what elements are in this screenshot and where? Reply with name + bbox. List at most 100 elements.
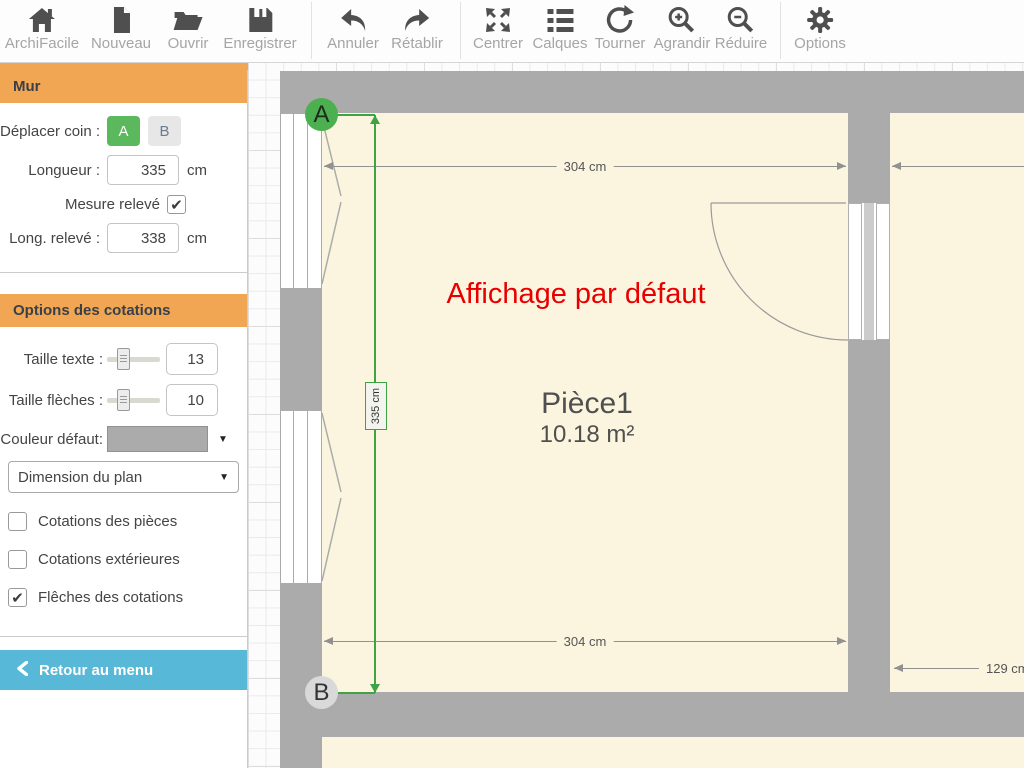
toolbar-item-calques[interactable]: Calques [532,5,587,52]
panel-cotations-title: Options des cotations [0,294,247,327]
toolbar-label: Agrandir [654,36,711,52]
window-pane-line [293,114,294,288]
door[interactable] [848,203,890,340]
longueur-label: Longueur : [0,162,107,179]
toolbar-label: Centrer [473,36,523,52]
toolbar-separator [780,2,781,59]
toolbar-label: Réduire [715,36,768,52]
toolbar-item-agrandir[interactable]: Agrandir [654,5,711,52]
window-pane-line [293,411,294,583]
taille-fleches-label: Taille flèches : [0,392,107,409]
toolbar-item-enregistrer[interactable]: Enregistrer [223,5,296,52]
toolbar-item-nouveau[interactable]: Nouveau [91,5,151,52]
window-pane-line [307,114,308,288]
save-icon [245,5,275,35]
slider-track [107,398,160,403]
row-taille-fleches: Taille flèches : [0,384,247,416]
toolbar: ArchiFacile Nouveau Ouvrir Enregistrer A… [0,0,1024,63]
open-folder-icon [172,5,204,35]
dimension-select[interactable]: Dimension du plan ▼ [8,461,239,493]
long-releve-unit: cm [187,230,207,247]
slider-thumb[interactable] [117,389,130,411]
home-icon [27,5,57,35]
longueur-input[interactable] [107,155,179,185]
toolbar-item-tourner[interactable]: Tourner [595,5,646,52]
taille-fleches-input[interactable] [166,384,218,416]
cotations-pieces-checkbox[interactable] [8,512,27,531]
row-mesure-releve: Mesure relevé ✔ [0,195,247,214]
corner-b-button[interactable]: B [148,116,181,146]
wall-divider[interactable] [848,71,890,737]
row-long-releve: Long. relevé : cm [0,223,247,253]
arrow-down-icon [370,684,380,693]
taille-texte-slider[interactable] [107,346,160,372]
annotation-text: Affichage par défaut [446,278,705,311]
cotations-exterieures-label: Cotations extérieures [38,551,180,568]
window-pane-line [307,411,308,583]
fleches-cotations-checkbox[interactable]: ✔ [8,588,27,607]
chevron-down-icon: ▼ [219,472,229,483]
mesure-releve-checkbox[interactable]: ✔ [167,195,186,214]
panel-cotations: Options des cotations Taille texte : Tai… [0,294,247,637]
toolbar-label: Ouvrir [168,36,209,52]
room-name: Pièce1 [540,387,635,421]
taille-fleches-slider[interactable] [107,387,160,413]
layers-list-icon [545,5,575,35]
corner-marker-a[interactable]: A [305,98,338,131]
corner-a-button[interactable]: A [107,116,140,146]
toolbar-label: Calques [532,36,587,52]
gear-icon [805,5,835,35]
retour-menu-button[interactable]: Retour au menu [0,650,247,690]
window-lower[interactable] [280,411,322,583]
toolbar-label: Enregistrer [223,36,296,52]
dimension-select-value: Dimension du plan [18,469,209,486]
toolbar-item-centrer[interactable]: Centrer [473,5,523,52]
row-fleches-cotations: ✔ Flêches des cotations [8,588,247,607]
dimension-label-bottom: 304 cm [557,633,614,650]
arrow-left-icon [324,637,333,645]
room-area: 10.18 m² [540,421,635,449]
room-label: Pièce1 10.18 m² [540,387,635,449]
zoom-out-icon [726,5,756,35]
sidebar: Mur Déplacer coin : A B Longueur : cm Me… [0,70,248,768]
toolbar-separator [460,2,461,59]
room-bottom[interactable] [322,737,1024,768]
toolbar-label: Rétablir [391,36,443,52]
cotations-exterieures-checkbox[interactable] [8,550,27,569]
fleches-cotations-label: Flêches des cotations [38,589,183,606]
toolbar-separator [311,2,312,59]
wall-bottom[interactable] [280,692,1024,737]
zoom-in-icon [667,5,697,35]
toolbar-label: ArchiFacile [5,36,79,52]
couleur-defaut-label: Couleur défaut: [0,431,107,448]
dimension-label-129: 129 cm [979,660,1024,677]
long-releve-input[interactable] [107,223,179,253]
corner-marker-b[interactable]: B [305,676,338,709]
floorplan-canvas[interactable]: 304 cm 304 cm 129 cm 335 cm A B Affichag… [248,62,1024,768]
room-right[interactable] [890,113,1024,692]
green-dim-label: 335 cm [370,388,382,424]
toolbar-item-ouvrir[interactable]: Ouvrir [168,5,209,52]
green-dim-label-box: 335 cm [365,382,387,430]
toolbar-item-annuler[interactable]: Annuler [327,5,379,52]
slider-thumb[interactable] [117,348,130,370]
chevron-down-icon[interactable]: ▼ [218,434,228,445]
toolbar-item-archifacile[interactable]: ArchiFacile [5,5,79,52]
taille-texte-label: Taille texte : [0,351,107,368]
redo-icon [402,5,432,35]
taille-texte-input[interactable] [166,343,218,375]
couleur-defaut-swatch[interactable] [107,426,208,452]
toolbar-item-options[interactable]: Options [794,5,846,52]
row-taille-texte: Taille texte : [0,343,247,375]
row-cotations-exterieures: Cotations extérieures [8,550,247,569]
row-cotations-pieces: Cotations des pièces [8,512,247,531]
panel-mur-title: Mur [0,70,247,103]
toolbar-label: Nouveau [91,36,151,52]
toolbar-item-reduire[interactable]: Réduire [715,5,768,52]
mesure-releve-label: Mesure relevé [0,196,167,213]
wall-top[interactable] [280,71,1024,113]
arrow-right-icon [837,162,846,170]
toolbar-item-retablir[interactable]: Rétablir [391,5,443,52]
window-upper[interactable] [280,114,322,288]
rotate-icon [605,5,635,35]
